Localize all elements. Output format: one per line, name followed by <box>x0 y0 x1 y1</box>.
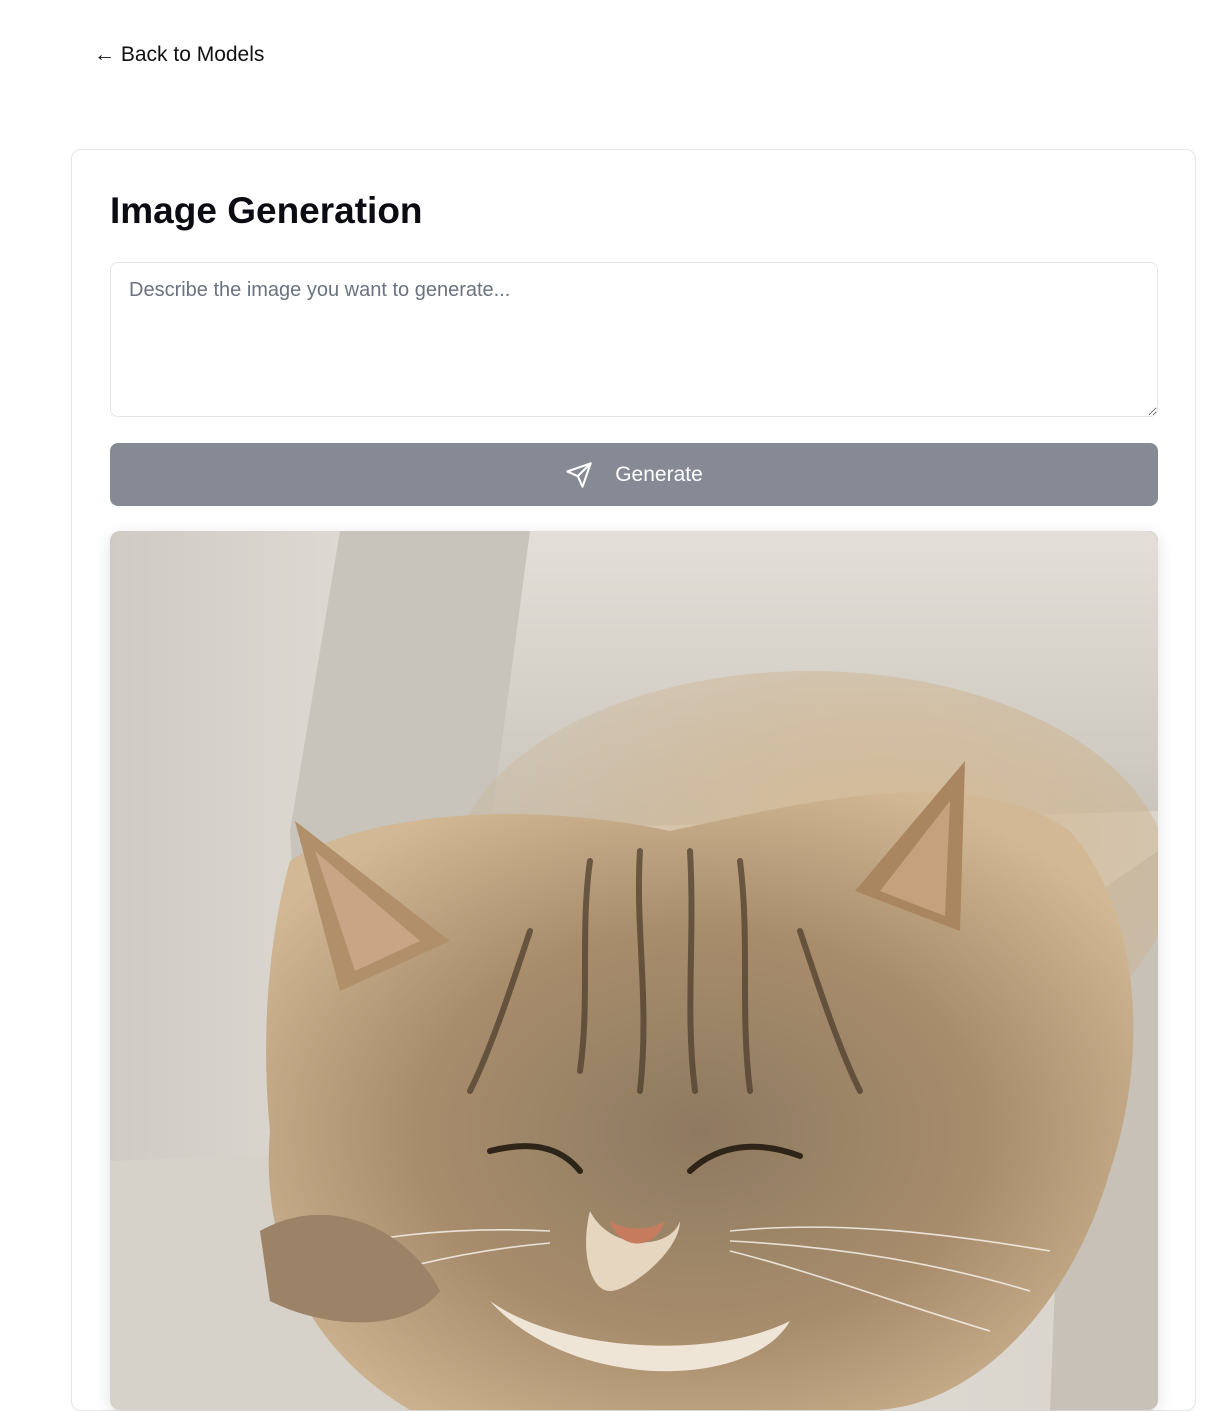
generated-image <box>110 531 1158 1410</box>
prompt-input[interactable] <box>110 262 1158 417</box>
page-title: Image Generation <box>110 190 423 231</box>
send-icon <box>565 461 593 489</box>
generate-button[interactable]: Generate <box>110 443 1158 506</box>
image-generation-card: Image Generation Generate <box>71 149 1196 1411</box>
back-to-models-link[interactable]: ← Back to Models <box>94 40 264 70</box>
generate-button-label: Generate <box>615 462 703 486</box>
